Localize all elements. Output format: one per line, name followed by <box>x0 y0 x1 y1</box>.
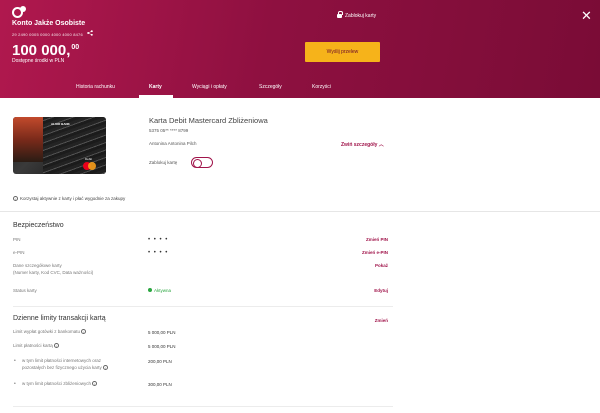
info-icon: i <box>92 381 98 386</box>
tab-details[interactable]: Szczegóły <box>259 84 282 90</box>
epin-label: e-PIN <box>13 250 25 255</box>
pin-value: • • • • <box>148 237 169 243</box>
card-status-label: Status karty <box>13 288 37 293</box>
balance-amount: 100 000,00 <box>12 42 80 59</box>
tab-cards[interactable]: Karty <box>149 84 162 90</box>
pin-label: PIN <box>13 237 21 242</box>
close-icon[interactable]: ✕ <box>581 9 592 22</box>
lock-icon <box>337 11 343 18</box>
share-icon[interactable] <box>87 30 93 38</box>
chevron-up-icon: ︿ <box>378 142 384 148</box>
account-header: Konto Jakże Osobiste 29 2490 0005 0000 4… <box>0 0 600 98</box>
section-divider <box>0 211 600 212</box>
change-pin-link[interactable]: Zmień PIN <box>366 237 388 242</box>
collapse-details-link[interactable]: Zwiń szczegóły ︿ <box>341 141 384 148</box>
contactless-limit-value: 300,00 PLN <box>148 382 172 387</box>
balance-label: Dostępne środki w PLN <box>12 58 65 64</box>
tab-bar: Historia rachunku Karty Wyciągi i opłaty… <box>0 82 600 98</box>
card-details-sublabel: (Numer karty, Kod CVC, Data ważności) <box>13 270 94 275</box>
bullet: • <box>14 381 16 387</box>
atm-limit-value: 5 000,00 PLN <box>148 330 176 335</box>
active-tab-indicator <box>139 95 173 98</box>
bullet: • <box>14 358 16 364</box>
edit-status-link[interactable]: Edytuj <box>374 288 388 293</box>
change-limits-link[interactable]: Zmień <box>375 318 388 323</box>
info-icon: i <box>81 329 87 334</box>
block-cards-button[interactable]: Zablokuj karty <box>337 11 376 19</box>
tab-benefits[interactable]: Korzyści <box>312 84 331 90</box>
tab-history[interactable]: Historia rachunku <box>76 84 115 90</box>
card-details-label: Dane szczegółowe karty <box>13 263 62 268</box>
card-bank-name: ALIOR BANK <box>51 122 70 126</box>
section-divider <box>13 306 393 307</box>
card-number: 5375 05** **** 8799 <box>149 128 189 133</box>
change-epin-link[interactable]: Zmień e-PIN <box>362 250 388 255</box>
info-icon: i <box>103 365 109 370</box>
security-title: Bezpieczeństwo <box>13 222 64 229</box>
show-details-link[interactable]: Pokaż <box>375 263 388 268</box>
info-icon: i <box>13 196 18 201</box>
card-status-value: Aktywna <box>148 288 171 293</box>
section-divider <box>13 406 393 407</box>
tab-statements[interactable]: Wyciągi i opłaty <box>192 84 227 90</box>
limits-title: Dzienne limity transakcji kartą <box>13 315 106 322</box>
epin-value: • • • • <box>148 250 169 256</box>
card-debit-label: Debit <box>85 157 93 161</box>
card-title: Karta Debit Mastercard Zbliżeniowa <box>149 116 268 125</box>
card-payment-limit-label: Limit płatności kartą i <box>13 343 60 349</box>
online-limit-label-2: pozostałych bez fizycznego użycia karty … <box>22 365 109 371</box>
card-image: ALIOR BANK Debit <box>13 117 106 174</box>
block-card-label: Zablokuj kartę <box>149 160 178 165</box>
block-card-toggle[interactable] <box>191 157 213 168</box>
online-limit-value: 200,00 PLN <box>148 359 172 364</box>
info-icon: i <box>54 343 60 348</box>
bank-logo-icon <box>12 6 26 18</box>
send-transfer-button[interactable]: Wyślij przelew <box>305 42 380 62</box>
account-number: 29 2490 0005 0000 4000 4000 8476 <box>12 32 83 37</box>
contactless-limit-label: w tym limit płatności zbliżeniowych i <box>22 381 98 387</box>
atm-limit-label: Limit wypłat gotówki z bankomatu i <box>13 329 87 335</box>
card-holder: Antonina Antonina Pilch <box>149 141 197 146</box>
account-name: Konto Jakże Osobiste <box>12 20 86 27</box>
card-payment-limit-value: 5 000,00 PLN <box>148 344 176 349</box>
promo-text: i Korzystaj aktywnie z karty i płać wygo… <box>13 196 125 201</box>
online-limit-label: w tym limit płatności internetowych oraz <box>22 358 102 363</box>
